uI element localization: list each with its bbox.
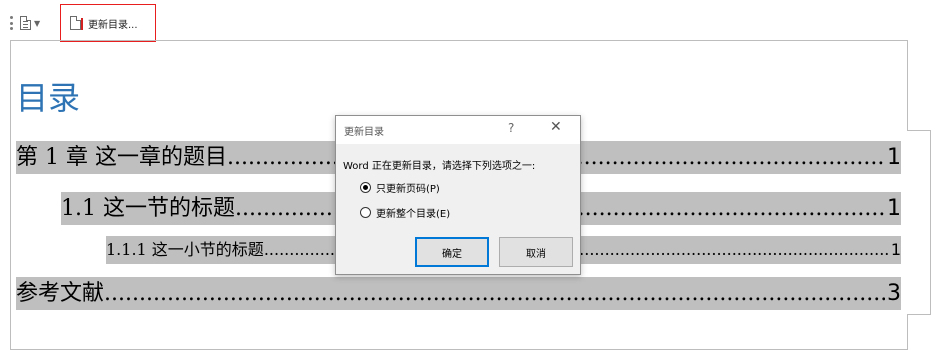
update-toc-dialog: 更新目录 ? ✕ Word 正在更新目录，请选择下列选项之一: 只更新页码(P)…: [335, 115, 581, 275]
toc-leader: [104, 277, 885, 310]
toc-entry-page: 1: [887, 196, 901, 221]
toc-entry-label: 1.1.1 这一小节的标题: [106, 240, 264, 259]
radio-button-selected[interactable]: [360, 182, 371, 193]
toc-entry-page: 1: [887, 145, 901, 170]
frame-edge: [907, 40, 908, 131]
dialog-message: Word 正在更新目录，请选择下列选项之一:: [343, 161, 536, 172]
close-icon[interactable]: ✕: [550, 119, 562, 135]
frame-edge: [907, 130, 931, 131]
drag-grip-icon[interactable]: [10, 16, 14, 30]
ok-button[interactable]: 确定: [415, 237, 489, 267]
cancel-button[interactable]: 取消: [499, 237, 573, 267]
option-page-numbers-only[interactable]: 只更新页码(P): [360, 180, 440, 195]
toc-entry-references[interactable]: 参考文献 3: [16, 277, 901, 310]
document-icon: [20, 16, 31, 30]
update-document-icon: [70, 16, 83, 30]
toc-entry-page: 1: [890, 240, 901, 259]
chevron-down-icon: ▼: [34, 18, 41, 28]
radio-button[interactable]: [360, 207, 371, 218]
toc-heading: 目录: [16, 79, 81, 117]
frame-edge: [907, 314, 908, 350]
frame-edge: [930, 130, 931, 315]
update-toc-label: 更新目录...: [88, 19, 138, 31]
toc-entry-page: 3: [887, 281, 901, 306]
frame-edge: [907, 314, 931, 315]
dialog-title: 更新目录: [344, 127, 384, 138]
dialog-titlebar[interactable]: 更新目录 ? ✕: [336, 116, 580, 144]
toc-entry-label: 第 1 章 这一章的题目: [16, 145, 227, 170]
option-label: 更新整个目录(E): [376, 209, 451, 220]
update-toc-button[interactable]: 更新目录...: [60, 4, 156, 42]
toc-entry-label: 1.1 这一节的标题: [61, 196, 235, 221]
option-entire-table[interactable]: 更新整个目录(E): [360, 205, 450, 220]
toc-menu-button[interactable]: ▼: [18, 13, 42, 33]
option-label: 只更新页码(P): [376, 184, 440, 195]
toc-entry-label: 参考文献: [16, 281, 105, 306]
help-icon[interactable]: ?: [508, 121, 514, 135]
toc-toolbar: ▼ 更新目录...: [10, 4, 156, 42]
